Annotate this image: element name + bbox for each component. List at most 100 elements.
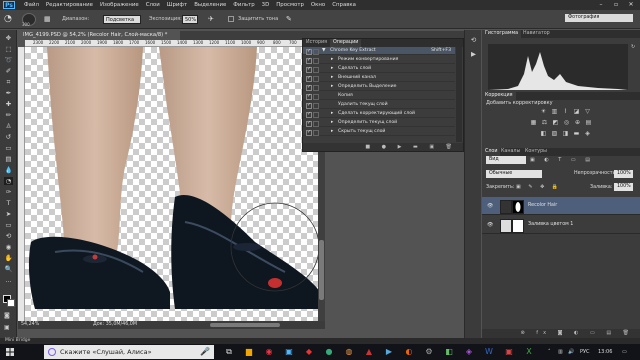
app-icon[interactable]: ◈ [462, 346, 476, 358]
menu-view[interactable]: Просмотр [276, 2, 304, 8]
windows-start-icon[interactable] [6, 348, 14, 356]
layer-row[interactable]: 👁 Заливка цветом 1 [482, 216, 640, 234]
clone-stamp-tool-icon[interactable]: ♙ [4, 122, 13, 130]
dialog-toggle[interactable] [313, 112, 319, 118]
tab-actions[interactable]: Операции [330, 39, 362, 47]
quick-mask-icon[interactable]: ◙ [4, 312, 13, 320]
photo-filter-icon[interactable]: ◎ [563, 119, 570, 126]
action-checkbox[interactable] [306, 56, 312, 64]
brush-panel-icon[interactable]: ▦ [44, 15, 53, 24]
app-icon[interactable]: ⚙ [422, 346, 436, 358]
hue-saturation-icon[interactable]: ▦ [530, 119, 537, 126]
maximize-icon[interactable]: ▫ [609, 0, 623, 10]
network-icon[interactable]: ▥ [558, 347, 563, 357]
posterize-icon[interactable]: ▨ [551, 130, 558, 137]
pen-tool-icon[interactable]: ✑ [4, 188, 13, 196]
app-icon[interactable]: ▶ [382, 346, 396, 358]
app-icon[interactable]: ◐ [402, 346, 416, 358]
exposure-field[interactable]: 50% [182, 15, 198, 24]
dialog-toggle[interactable] [313, 67, 319, 73]
tab-histogram[interactable]: Гистограмма [482, 30, 522, 38]
file-explorer-icon[interactable]: ▆ [242, 346, 256, 358]
selective-color-icon[interactable]: ◈ [584, 130, 591, 137]
action-checkbox[interactable] [306, 47, 312, 55]
document-tab[interactable]: IMG_4199.PSD @ 54,2% (Recolor Hair, Слой… [18, 31, 180, 40]
channel-mixer-icon[interactable]: ⊕ [574, 119, 581, 126]
crop-tool-icon[interactable]: ⌗ [4, 78, 13, 86]
volume-icon[interactable]: 🔊 [568, 347, 574, 357]
eraser-tool-icon[interactable]: ▭ [4, 144, 13, 152]
action-step-row[interactable]: ▸ Определить Выделение [303, 83, 455, 91]
tab-paths[interactable]: Контуры [522, 148, 550, 156]
lock-icons[interactable]: ▣ ✎ ✥ 🔒 [516, 183, 566, 191]
action-checkbox[interactable] [306, 128, 312, 136]
black-white-icon[interactable]: ◩ [552, 119, 559, 126]
move-tool-icon[interactable]: ✥ [4, 34, 13, 42]
menu-type[interactable]: Шрифт [167, 2, 187, 8]
action-checkbox[interactable] [306, 83, 312, 91]
menu-image[interactable]: Изображение [100, 2, 139, 8]
menu-filter[interactable]: Фильтр [233, 2, 254, 8]
menu-edit[interactable]: Редактирование [46, 2, 93, 8]
curves-icon[interactable]: ⌇ [562, 108, 569, 115]
dodge-tool-icon[interactable]: ◔ [4, 177, 13, 185]
more-tools-icon[interactable]: … [4, 276, 13, 284]
brightness-icon[interactable]: ☀ [540, 108, 547, 115]
tray-expand-icon[interactable]: ˄ [548, 347, 551, 357]
threshold-icon[interactable]: ◨ [562, 130, 569, 137]
expand-chevron-icon[interactable]: ▸ [331, 74, 333, 82]
layer-filter-select[interactable]: Вид [486, 156, 526, 164]
blur-tool-icon[interactable]: 💧 [4, 166, 13, 174]
levels-icon[interactable]: ▥ [551, 108, 558, 115]
brush-tool-icon[interactable]: ✏ [4, 111, 13, 119]
marquee-tool-icon[interactable]: ⬚ [4, 45, 13, 53]
action-step-row[interactable]: ▸ Режим конвертирования [303, 56, 455, 64]
expand-chevron-icon[interactable]: ▼ [322, 47, 326, 55]
app-icon[interactable]: W [482, 346, 496, 358]
horizontal-scroll-thumb[interactable] [210, 323, 280, 327]
workspace-select[interactable]: Фотография [565, 14, 633, 22]
dodge-tool-preset-icon[interactable]: ◔ [4, 13, 14, 25]
eye-icon[interactable]: 👁 [487, 203, 493, 209]
dialog-toggle[interactable] [313, 76, 319, 82]
airbrush-icon[interactable]: ✈ [208, 15, 217, 24]
notifications-icon[interactable]: ▭ [622, 347, 627, 357]
menu-select[interactable]: Выделение [194, 2, 226, 8]
dialog-toggle[interactable] [313, 85, 319, 91]
color-lookup-icon[interactable]: ▤ [585, 119, 592, 126]
range-select[interactable]: Подсветка [103, 15, 141, 24]
tab-navigator[interactable]: Навигатор [520, 30, 553, 38]
clock[interactable]: 13:06 [598, 347, 612, 357]
3d-tool-icon[interactable]: ⟲ [4, 232, 13, 240]
fill-field[interactable]: 100% [614, 183, 633, 191]
expand-chevron-icon[interactable]: ▸ [331, 128, 333, 136]
background-color-swatch[interactable] [7, 299, 15, 307]
browser-icon[interactable]: ◉ [262, 346, 276, 358]
menu-layers[interactable]: Слои [146, 2, 160, 8]
expand-chevron-icon[interactable]: ▸ [331, 56, 333, 64]
expand-chevron-icon[interactable]: ▸ [331, 110, 333, 118]
app-icon[interactable]: ◧ [442, 346, 456, 358]
gradient-tool-icon[interactable]: ▤ [4, 155, 13, 163]
gradient-map-icon[interactable]: ▬ [573, 130, 580, 137]
history-brush-tool-icon[interactable]: ↺ [4, 133, 13, 141]
action-step-row[interactable]: ▸ Внешний канал [303, 74, 455, 82]
action-step-row[interactable]: ▸ Скрыть текущ слой [303, 128, 455, 136]
app-icon[interactable]: ● [322, 346, 336, 358]
actions-scrollbar[interactable] [456, 47, 462, 142]
eyedropper-tool-icon[interactable]: ✒ [4, 89, 13, 97]
app-icon[interactable]: X [522, 346, 536, 358]
action-step-row[interactable]: ▸ Сделать корректирующий слой [303, 110, 455, 118]
action-checkbox[interactable] [306, 119, 312, 127]
shape-tool-icon[interactable]: ▭ [4, 221, 13, 229]
tab-adjustments[interactable]: Коррекция [482, 92, 516, 100]
actions-footer-controls[interactable]: ■ ● ▶ ▬ ▣ 🗑 [303, 143, 463, 151]
action-step-row[interactable]: ▸ Сделать слой [303, 65, 455, 73]
action-set-row[interactable]: ▼ Chrome Key Extract Shift+F3 [303, 47, 455, 55]
protect-tones-checkbox[interactable] [228, 16, 234, 22]
pressure-icon[interactable]: ✎ [286, 15, 295, 24]
task-view-icon[interactable]: ⧉ [222, 346, 236, 358]
menu-3d[interactable]: 3D [262, 2, 270, 8]
layer-filter-icons[interactable]: ▣ ◐ T ▭ ▤ [530, 156, 630, 164]
app-icon[interactable]: ▲ [362, 346, 376, 358]
